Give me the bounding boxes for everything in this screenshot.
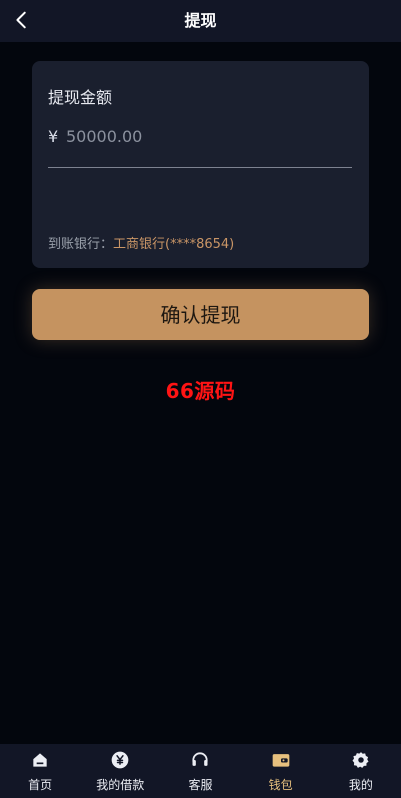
home-icon — [30, 750, 50, 770]
headset-icon — [190, 750, 210, 770]
wallet-icon — [271, 750, 291, 770]
bank-label: 到账银行： — [48, 237, 114, 252]
tab-home-label: 首页 — [28, 778, 53, 792]
yen-icon — [110, 750, 130, 770]
withdraw-card: 提现金额 ¥ 到账银行：工商银行(****8654) — [32, 61, 369, 268]
tab-mine[interactable]: 我的 — [321, 744, 401, 798]
tab-wallet[interactable]: 钱包 — [241, 744, 321, 798]
top-nav: 提现 — [0, 0, 401, 42]
confirm-withdraw-button[interactable]: 确认提现 — [32, 289, 369, 340]
tab-home[interactable]: 首页 — [0, 744, 80, 798]
currency-symbol: ¥ — [48, 127, 59, 146]
watermark-text: 66源码 — [165, 379, 236, 403]
tab-mine-label: 我的 — [348, 778, 373, 792]
page-title: 提现 — [184, 11, 217, 30]
amount-input[interactable] — [66, 124, 346, 148]
withdraw-page: 提现 提现金额 ¥ 到账银行：工商银行(****8654) 确认提现 66源码 … — [0, 0, 401, 798]
tab-wallet-label: 钱包 — [268, 778, 293, 792]
bank-value: 工商银行(****8654) — [113, 237, 235, 252]
bottom-tab-bar: 首页 我的借款 客服 钱包 我的 — [0, 744, 401, 798]
bank-row: 到账银行：工商银行(****8654) — [48, 233, 234, 252]
tab-my-loans-label: 我的借款 — [96, 778, 145, 792]
amount-label: 提现金额 — [48, 88, 113, 107]
tab-service[interactable]: 客服 — [160, 744, 240, 798]
settings-icon — [351, 750, 371, 770]
tab-my-loans[interactable]: 我的借款 — [80, 744, 160, 798]
amount-divider — [48, 167, 352, 168]
tab-service-label: 客服 — [188, 778, 213, 792]
